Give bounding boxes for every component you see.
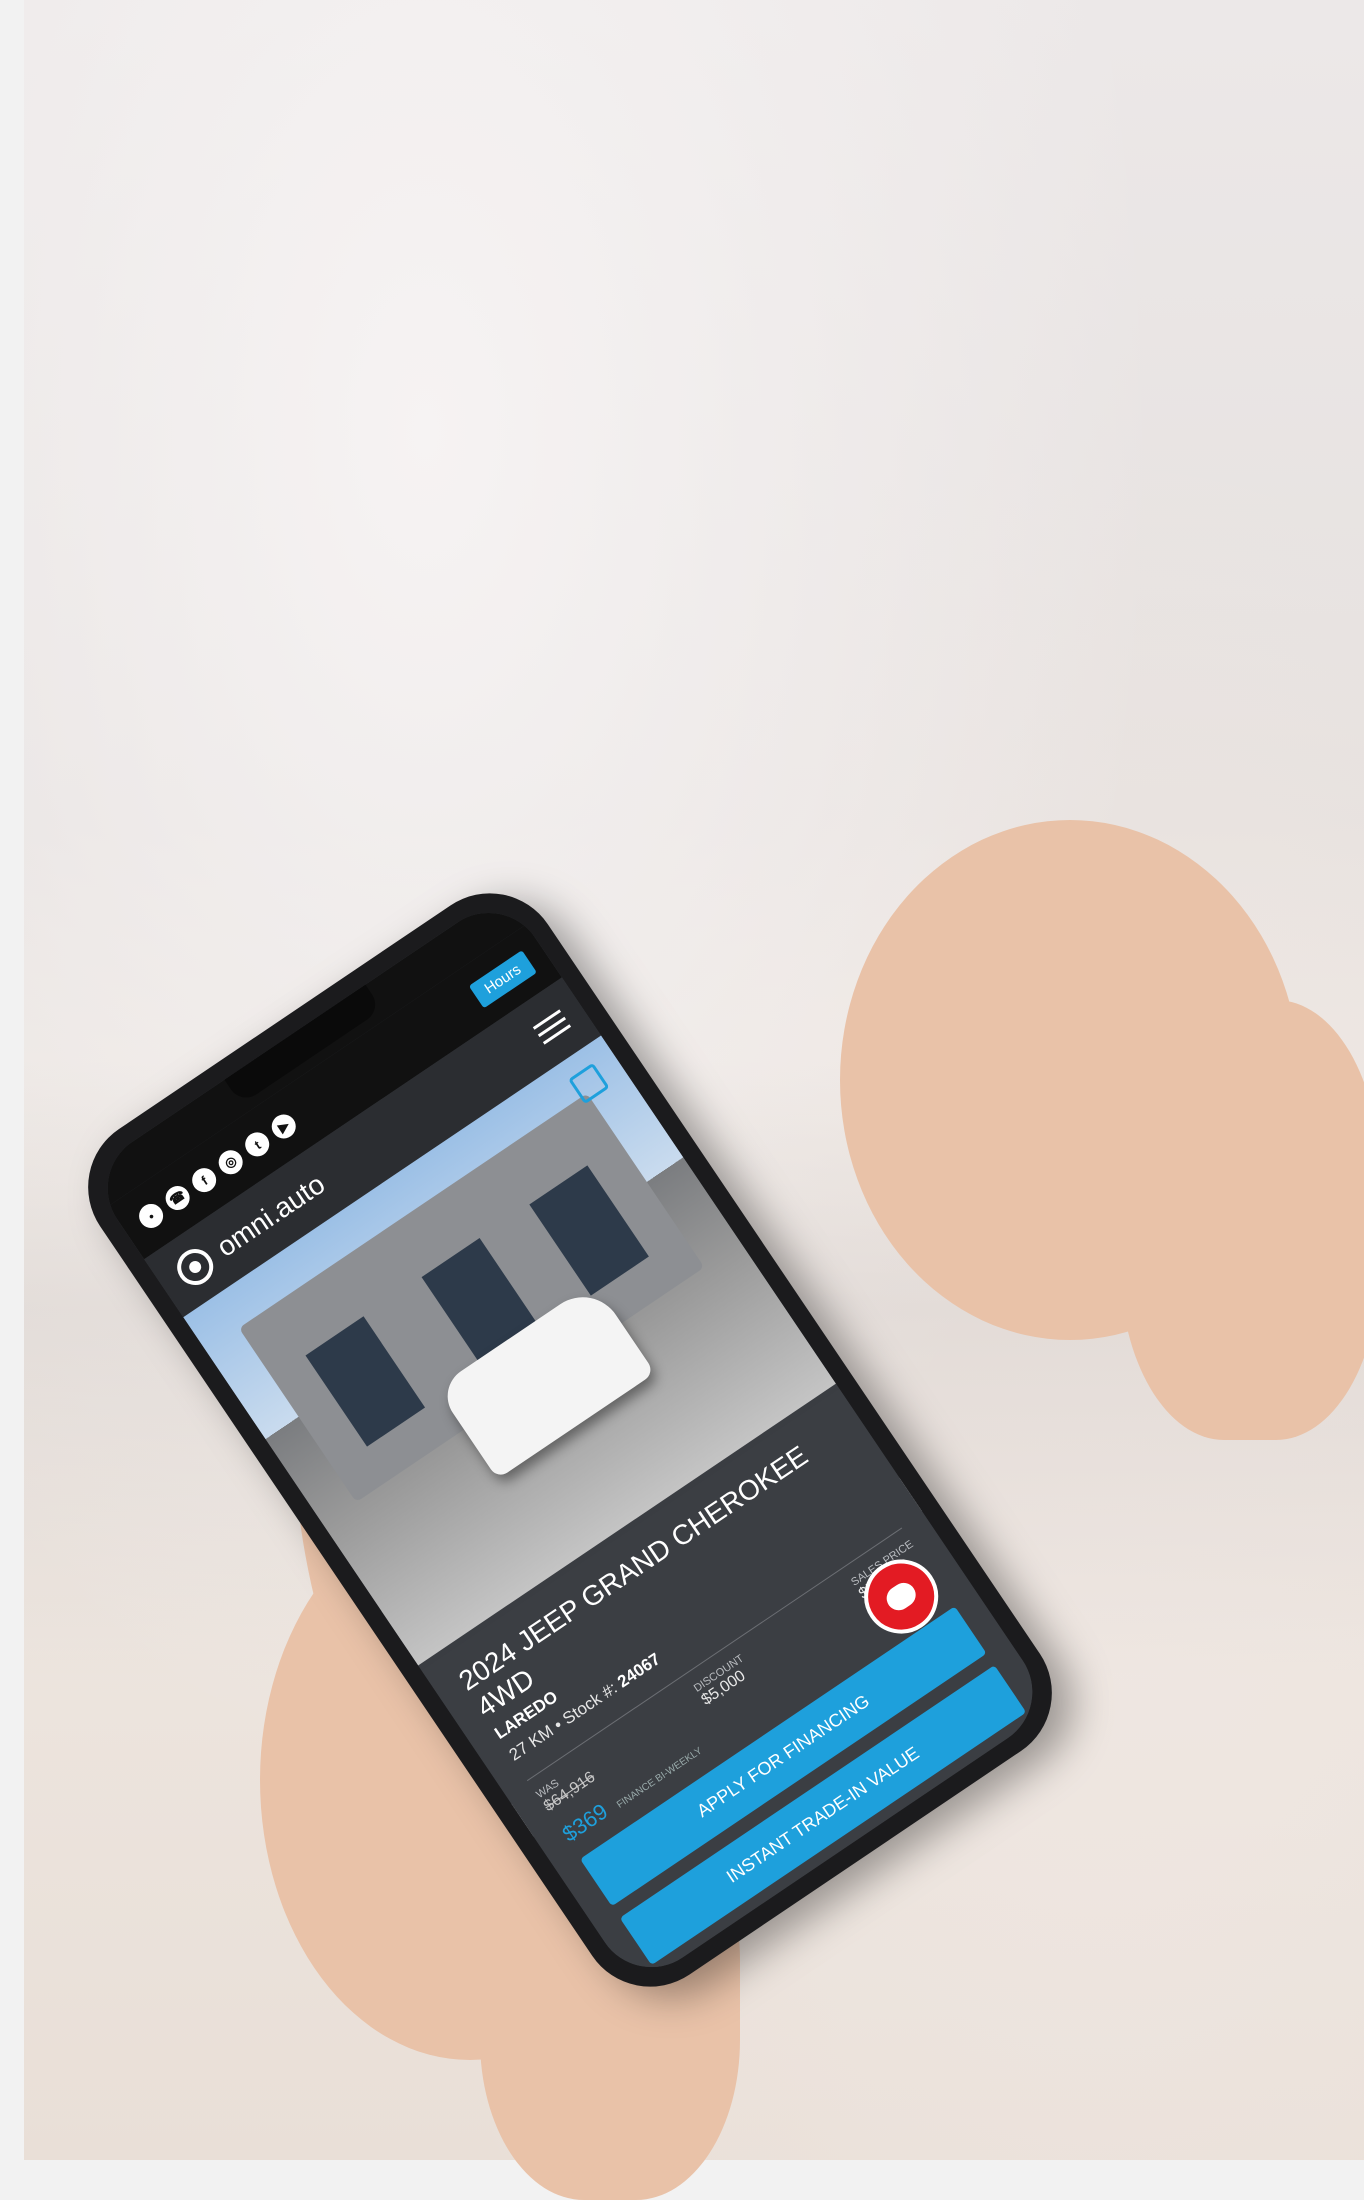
youtube-icon[interactable]: ▶ <box>267 1109 301 1144</box>
building-window <box>529 1165 649 1296</box>
logo-icon[interactable] <box>170 1242 221 1293</box>
hamburger-menu-icon[interactable] <box>529 1004 574 1049</box>
facebook-icon[interactable]: f <box>187 1163 221 1197</box>
hours-button[interactable]: Hours <box>468 949 537 1008</box>
share-icon[interactable] <box>568 1062 610 1105</box>
right-wrist <box>1120 1000 1364 1440</box>
phone-icon[interactable]: ☎ <box>160 1181 195 1215</box>
instagram-icon[interactable]: ◎ <box>214 1145 248 1179</box>
photo-scene: • ☎ f ◎ t ▶ Hours omni.auto 2024 JEEP GR… <box>0 0 1364 2200</box>
building-window <box>305 1316 426 1447</box>
twitter-icon[interactable]: t <box>240 1127 274 1162</box>
location-icon[interactable]: • <box>134 1199 168 1233</box>
